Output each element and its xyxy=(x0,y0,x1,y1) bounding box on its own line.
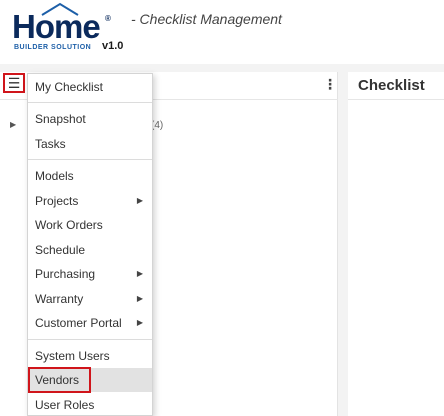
menu-divider xyxy=(28,102,152,103)
menu-item-vendors[interactable]: Vendors xyxy=(28,368,152,392)
menu-item-customer-portal[interactable]: Customer Portal ▶ xyxy=(28,311,152,335)
checklist-panel-header: Checklist xyxy=(348,72,444,100)
menu-item-label: Purchasing xyxy=(35,267,96,281)
logo-subtitle: BUILDER SOLUTION xyxy=(14,44,92,51)
app-version: v1.0 xyxy=(102,40,124,52)
menu-item-snapshot[interactable]: Snapshot xyxy=(28,107,152,131)
submenu-arrow-icon: ▶ xyxy=(136,318,143,327)
menu-item-label: Customer Portal xyxy=(35,316,122,330)
logo-registered-mark: ® xyxy=(105,14,111,23)
home-builder-logo: Home ® BUILDER SOLUTION v1.0 xyxy=(12,2,124,58)
app-header: Home ® BUILDER SOLUTION v1.0 - Checklist… xyxy=(0,0,444,64)
menu-item-system-users[interactable]: System Users xyxy=(28,344,152,368)
menu-item-label: Tasks xyxy=(35,137,66,151)
menu-item-warranty[interactable]: Warranty ▶ xyxy=(28,287,152,311)
menu-item-work-orders[interactable]: Work Orders xyxy=(28,213,152,237)
menu-item-schedule[interactable]: Schedule xyxy=(28,238,152,262)
checklist-panel-title: Checklist xyxy=(358,77,425,94)
checklist-panel: Checklist xyxy=(348,72,444,416)
menu-divider xyxy=(28,339,152,340)
menu-item-label: Warranty xyxy=(35,292,84,306)
menu-item-models[interactable]: Models xyxy=(28,164,152,188)
menu-item-label: Models xyxy=(35,169,74,183)
app-subtitle: - Checklist Management xyxy=(131,11,282,27)
menu-item-tasks[interactable]: Tasks xyxy=(28,132,152,156)
logo-wordmark: Home xyxy=(12,8,101,45)
menu-item-label: Projects xyxy=(35,194,79,208)
menu-item-purchasing[interactable]: Purchasing ▶ xyxy=(28,262,152,286)
main-nav-menu: My Checklist Snapshot Tasks Models Proje… xyxy=(27,73,153,416)
submenu-arrow-icon: ▶ xyxy=(136,196,143,205)
submenu-arrow-icon: ▶ xyxy=(136,294,143,303)
kebab-icon[interactable]: ⋮ xyxy=(323,76,337,93)
submenu-arrow-icon: ▶ xyxy=(136,269,143,278)
menu-item-label: User Roles xyxy=(35,398,95,412)
menu-item-label: Snapshot xyxy=(35,112,86,126)
menu-item-label: Work Orders xyxy=(35,218,103,232)
hamburger-icon[interactable]: ☰ xyxy=(3,73,25,93)
menu-item-label: My Checklist xyxy=(35,80,104,94)
menu-divider xyxy=(28,159,152,160)
menu-item-my-checklist[interactable]: My Checklist xyxy=(28,75,152,99)
tree-expand-icon[interactable]: ▶ xyxy=(10,120,16,129)
menu-item-user-roles[interactable]: User Roles xyxy=(28,393,152,416)
menu-item-label: Schedule xyxy=(35,243,86,257)
menu-item-label: System Users xyxy=(35,349,110,363)
menu-item-projects[interactable]: Projects ▶ xyxy=(28,189,152,213)
menu-item-label: Vendors xyxy=(35,373,80,387)
